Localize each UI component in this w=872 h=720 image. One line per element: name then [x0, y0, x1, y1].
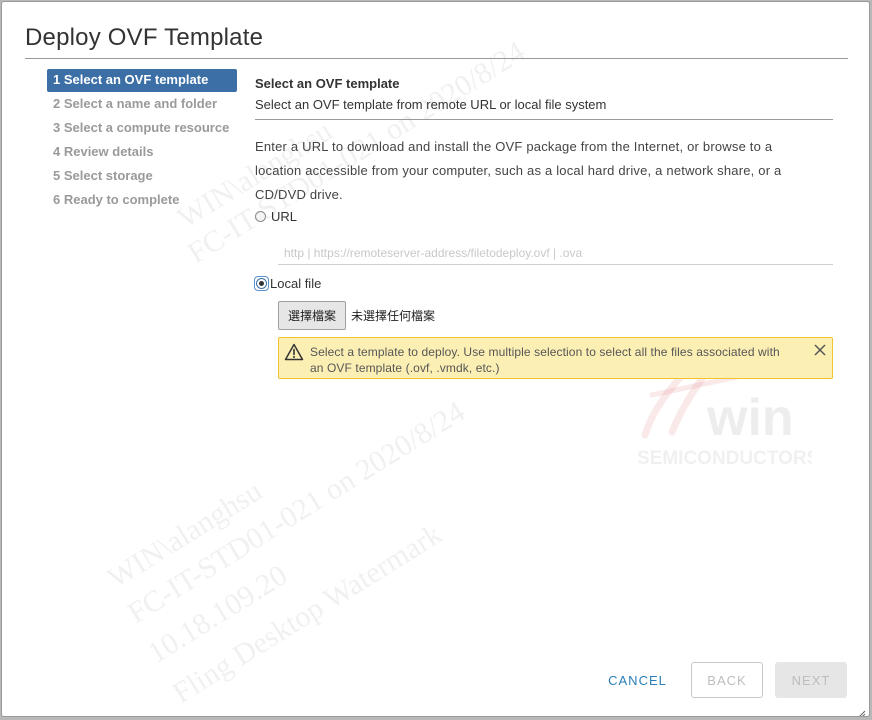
section-title: Select an OVF template	[255, 76, 400, 91]
watermark-line: 10.18.109.20	[142, 558, 294, 670]
step-select-name-folder[interactable]: 2 Select a name and folder	[47, 93, 237, 117]
section-description: Enter a URL to download and install the …	[255, 139, 782, 202]
local-file-radio-focus	[254, 276, 269, 291]
step-select-ovf-template[interactable]: 1 Select an OVF template	[47, 69, 237, 92]
local-file-radio-label: Local file	[270, 276, 322, 291]
url-radio[interactable]	[255, 211, 266, 222]
logo-text: win	[706, 389, 794, 447]
step-review-details[interactable]: 4 Review details	[47, 141, 237, 165]
back-button[interactable]: BACK	[691, 662, 763, 698]
watermark-line: FC-IT-STD01-021 on 2020/8/24	[122, 395, 471, 630]
local-file-radio[interactable]	[256, 278, 267, 289]
close-icon[interactable]	[812, 342, 828, 358]
deploy-ovf-dialog: WIN\alanghsu FC-IT-STD01-021 on 2020/8/2…	[1, 1, 870, 717]
choose-file-button[interactable]: 選擇檔案	[278, 301, 346, 330]
warning-alert: Select a template to deploy. Use multipl…	[278, 337, 833, 379]
url-input[interactable]	[278, 241, 833, 265]
url-radio-label: URL	[271, 209, 298, 224]
step-ready-to-complete[interactable]: 6 Ready to complete	[47, 189, 237, 213]
wizard-steps: 1 Select an OVF template 2 Select a name…	[47, 69, 237, 213]
title-divider	[25, 58, 848, 59]
next-button[interactable]: NEXT	[775, 662, 847, 698]
dialog-title: Deploy OVF Template	[25, 24, 264, 51]
watermark-line: Fling Desktop Watermark	[167, 517, 448, 710]
cancel-button[interactable]: CANCEL	[600, 662, 675, 698]
step-select-compute-resource[interactable]: 3 Select a compute resource	[47, 117, 237, 141]
warning-icon	[284, 343, 304, 361]
file-status: 未選擇任何檔案	[351, 309, 436, 323]
logo-subtext: SEMICONDUCTORS	[637, 448, 812, 469]
step-select-storage[interactable]: 5 Select storage	[47, 165, 237, 189]
alert-message: Select a template to deploy. Use multipl…	[310, 345, 780, 375]
local-file-option[interactable]: Local file	[254, 276, 322, 291]
watermark-line: WIN\alanghsu	[102, 474, 268, 595]
resize-handle-icon[interactable]	[858, 705, 866, 716]
section-divider	[255, 119, 833, 120]
section-subtitle: Select an OVF template from remote URL o…	[255, 97, 607, 112]
url-option[interactable]: URL	[255, 209, 297, 224]
